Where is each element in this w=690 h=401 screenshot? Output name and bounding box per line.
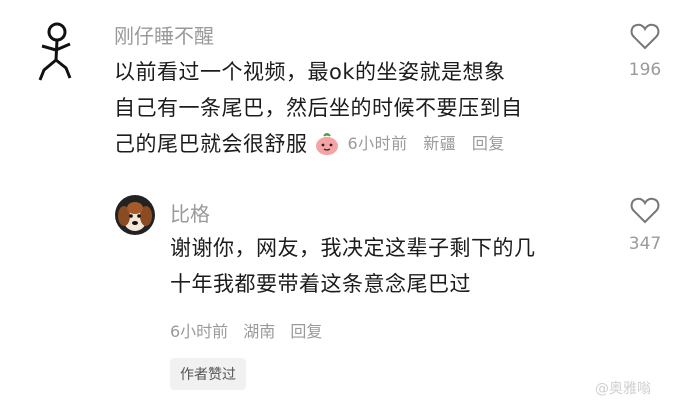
comment-time: 6小时前 — [347, 134, 408, 153]
comment-1: 刚仔睡不醒 以前看过一个视频，最ok的坐姿就是想象 自己有一条尾巴，然后坐的时候… — [0, 0, 690, 190]
comment-time: 6小时前 — [170, 322, 229, 341]
comment-text: 以前看过一个视频，最ok的坐姿就是想象 自己有一条尾巴，然后坐的时候不要压到自 … — [114, 54, 614, 162]
stick-figure-icon — [38, 22, 72, 81]
comment-meta: 6小时前 新疆 回复 — [348, 126, 515, 162]
avatar[interactable] — [114, 194, 156, 236]
like-count: 347 — [628, 234, 662, 254]
comment-line-last: 己的尾巴就会很舒服 6小时前 新疆 回复 — [114, 126, 614, 162]
heart-icon — [630, 23, 660, 50]
avatar[interactable] — [32, 22, 80, 84]
peach-emoji-icon — [315, 133, 338, 155]
beagle-icon — [115, 195, 155, 235]
comment-location: 湖南 — [243, 322, 276, 341]
comment-line: 谢谢你，网友，我决定这辈子剩下的几 — [170, 236, 536, 260]
reply-button[interactable]: 回复 — [472, 134, 505, 153]
author-liked-badge: 作者赞过 — [170, 358, 246, 390]
comment-meta: 6小时前 湖南 回复 — [170, 318, 332, 342]
heart-icon — [630, 197, 660, 224]
comment-line: 以前看过一个视频，最ok的坐姿就是想象 — [114, 60, 506, 84]
like-button[interactable]: 196 — [615, 22, 675, 80]
comment-location: 新疆 — [423, 134, 457, 153]
comment-text: 谢谢你，网友，我决定这辈子剩下的几 十年我都要带着这条意念尾巴过 — [170, 230, 610, 302]
comment-2: 比格 谢谢你，网友，我决定这辈子剩下的几 十年我都要带着这条意念尾巴过 6小时前… — [0, 190, 690, 390]
watermark: @奥雅嗡 — [595, 381, 651, 397]
comment-line: 自己有一条尾巴，然后坐的时候不要压到自 — [114, 96, 523, 120]
reply-button[interactable]: 回复 — [290, 322, 322, 341]
like-button[interactable]: 347 — [615, 196, 675, 254]
comment-username[interactable]: 比格 — [170, 198, 210, 227]
comment-username[interactable]: 刚仔睡不醒 — [114, 20, 214, 49]
like-count: 196 — [628, 60, 662, 80]
comment-line: 十年我都要带着这条意念尾巴过 — [170, 272, 471, 296]
